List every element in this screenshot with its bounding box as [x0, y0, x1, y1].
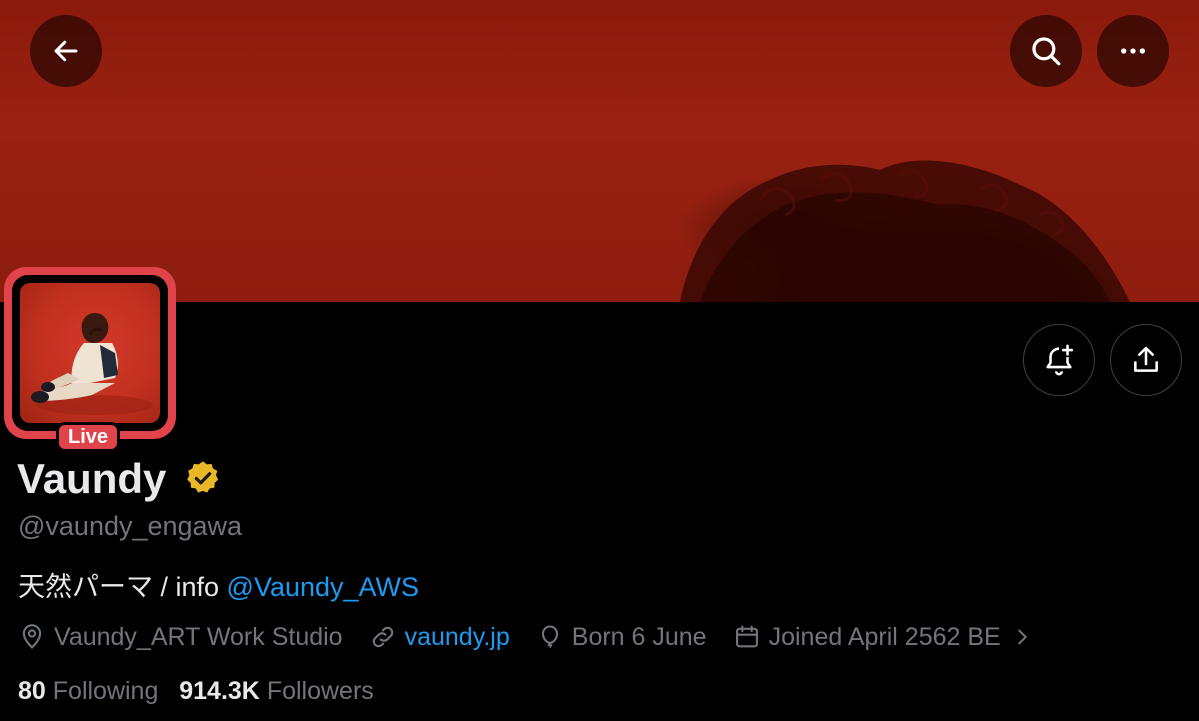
- link-icon: [372, 626, 393, 648]
- following-count: 80: [18, 677, 46, 705]
- followers-count: 914.3K: [179, 677, 260, 705]
- profile-handle: @vaundy_engawa: [18, 511, 243, 541]
- birthday-text: Born 6 June: [571, 622, 707, 651]
- notifications-button[interactable]: [1023, 324, 1095, 396]
- chevron-right-icon[interactable]: [1011, 626, 1033, 648]
- profile-banner[interactable]: [0, 0, 1199, 302]
- avatar-figure: [31, 313, 153, 415]
- avatar-live-ring[interactable]: [4, 267, 176, 439]
- profile-meta-row: Vaundy_ART Work Studio vaundy.jp Born 6 …: [18, 618, 1033, 656]
- bio-text: 天然パーマ / info: [18, 572, 227, 602]
- bell-plus-icon: [1046, 344, 1074, 376]
- location-item: Vaundy_ART Work Studio: [18, 623, 343, 652]
- share-icon: [1134, 346, 1158, 372]
- balloon-icon: [541, 625, 558, 648]
- joined-item: Joined April 2562 BE: [733, 623, 1001, 652]
- more-options-button[interactable]: [1097, 15, 1169, 87]
- back-button[interactable]: [30, 15, 102, 87]
- location-pin-icon: [22, 624, 42, 649]
- calendar-icon: [735, 625, 758, 648]
- birthday-item: Born 6 June: [536, 623, 707, 652]
- search-button[interactable]: [1010, 15, 1082, 87]
- followers-link[interactable]: 914.3K Followers: [179, 677, 374, 705]
- share-button[interactable]: [1110, 324, 1182, 396]
- profile-stats: 80 Following 914.3K Followers: [18, 673, 374, 709]
- profile-bio: 天然パーマ / info @Vaundy_AWS: [18, 569, 419, 605]
- bio-mention-link[interactable]: @Vaundy_AWS: [227, 572, 420, 602]
- arrow-left-icon: [54, 40, 78, 62]
- verified-badge-icon[interactable]: [184, 459, 222, 502]
- website-link[interactable]: vaundy.jp: [405, 623, 510, 652]
- following-label: Following: [52, 677, 159, 705]
- followers-label: Followers: [266, 677, 374, 705]
- website-item[interactable]: vaundy.jp: [369, 623, 510, 652]
- profile-name: Vaundy: [17, 455, 167, 502]
- joined-text: Joined April 2562 BE: [768, 622, 1001, 651]
- following-link[interactable]: 80 Following: [18, 677, 165, 705]
- live-badge[interactable]: Live: [56, 422, 120, 452]
- avatar[interactable]: [20, 283, 160, 423]
- more-icon: [1121, 48, 1145, 54]
- location-text: Vaundy_ART Work Studio: [54, 622, 343, 651]
- search-icon: [1032, 37, 1061, 66]
